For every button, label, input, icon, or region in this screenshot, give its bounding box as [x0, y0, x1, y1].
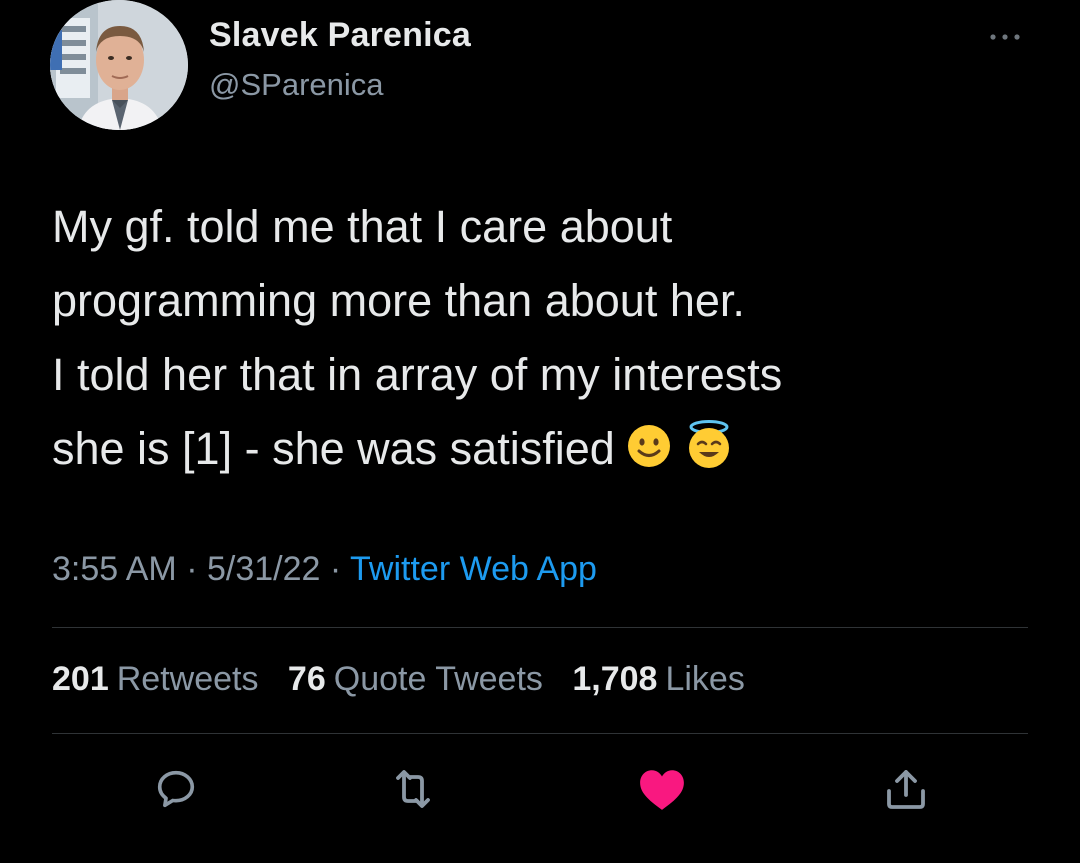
quote-tweets-stat[interactable]: 76 Quote Tweets	[288, 660, 543, 699]
avatar[interactable]	[50, 0, 188, 130]
meta-separator: ·	[320, 550, 351, 588]
retweets-stat[interactable]: 201 Retweets	[52, 660, 258, 699]
likes-label: Likes	[665, 660, 745, 698]
author-handle[interactable]: @SParenica	[209, 67, 384, 103]
share-button[interactable]	[880, 763, 932, 815]
tweet-text-line: My gf. told me that I care about	[52, 201, 673, 252]
tweet-date[interactable]: 5/31/22	[207, 550, 320, 588]
smiling-face-with-halo-icon	[683, 418, 735, 492]
tweet-text: My gf. told me that I care about program…	[52, 190, 1042, 492]
meta-separator: ·	[176, 550, 207, 588]
retweets-label: Retweets	[116, 660, 259, 698]
likes-stat[interactable]: 1,708 Likes	[572, 660, 744, 699]
more-options-button[interactable]	[982, 22, 1028, 52]
like-icon	[640, 770, 684, 810]
tweet-text-line: she is [1] - she was satisfied	[52, 423, 615, 474]
tweet: Slavek Parenica @SParenica My gf. told m…	[0, 0, 1080, 863]
tweet-text-line: I told her that in array of my interests	[52, 349, 783, 400]
tweet-stats: 201 Retweets 76 Quote Tweets 1,708 Likes	[52, 660, 765, 699]
share-icon	[887, 770, 925, 809]
quote-tweets-count: 76	[287, 660, 326, 698]
like-button[interactable]	[636, 763, 688, 815]
likes-count: 1,708	[572, 660, 658, 698]
tweet-text-line: programming more than about her.	[52, 275, 745, 326]
quote-tweets-label: Quote Tweets	[333, 660, 543, 698]
divider	[52, 627, 1028, 628]
avatar-image	[50, 0, 188, 130]
divider	[52, 733, 1028, 734]
slightly-smiling-face-icon	[625, 418, 673, 492]
reply-button[interactable]	[150, 763, 202, 815]
reply-icon	[157, 770, 195, 808]
retweet-button[interactable]	[387, 763, 439, 815]
tweet-source-link[interactable]: Twitter Web App	[350, 550, 597, 588]
tweet-meta: 3:55 AM · 5/31/22 · Twitter Web App	[52, 550, 597, 589]
more-options-icon	[990, 34, 1020, 40]
tweet-text-line-last: she is [1] - she was satisfied	[52, 412, 1042, 492]
retweets-count: 201	[52, 660, 109, 698]
tweet-time[interactable]: 3:55 AM	[52, 550, 177, 588]
author-display-name[interactable]: Slavek Parenica	[209, 16, 471, 55]
retweet-icon	[396, 770, 430, 808]
